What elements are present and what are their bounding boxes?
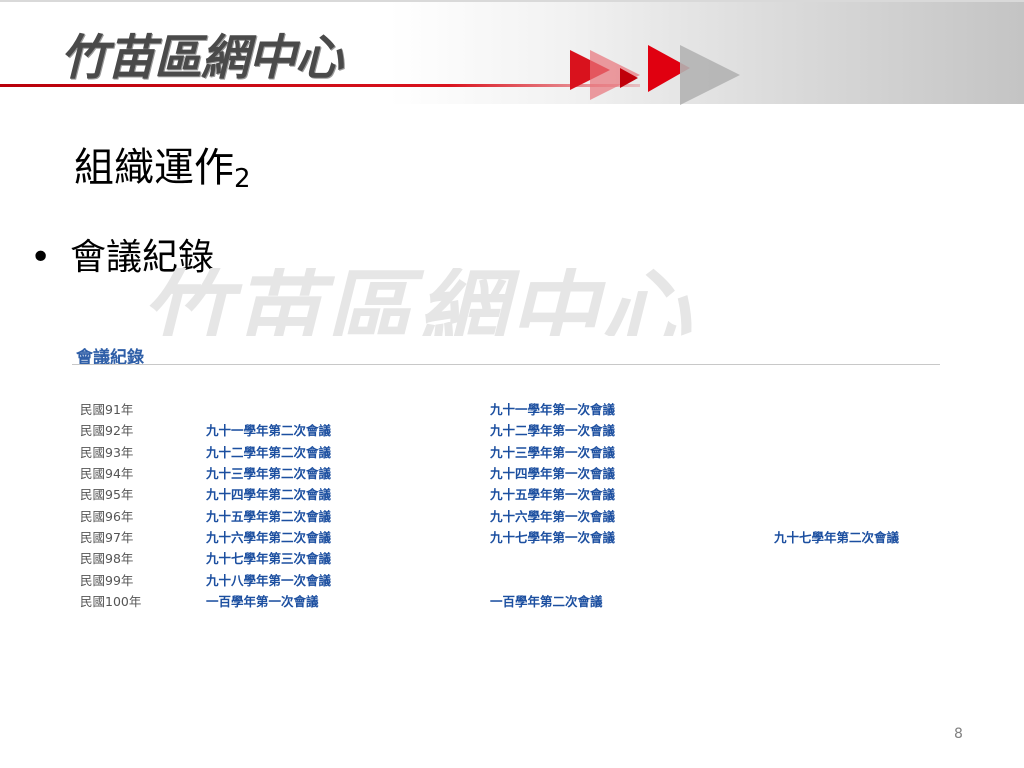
page-number: 8: [954, 726, 963, 742]
year-cell: 民國92年: [80, 423, 134, 439]
meeting-link[interactable]: 九十三學年第一次會議: [490, 445, 615, 460]
meeting-link[interactable]: 九十四學年第二次會議: [206, 487, 331, 502]
meeting-cell: 九十一學年第一次會議: [490, 398, 774, 419]
meeting-cell: 九十四學年第一次會議: [490, 462, 774, 483]
meeting-cell: [490, 568, 774, 589]
year-cell: 民國96年: [80, 508, 134, 524]
year-cell: 民國98年: [80, 551, 134, 567]
web-divider: [72, 364, 940, 365]
meeting-link[interactable]: 九十七學年第一次會議: [490, 530, 615, 545]
meeting-link[interactable]: 一百學年第二次會議: [490, 594, 603, 609]
meeting-cell: [774, 590, 940, 611]
year-cell: 民國100年: [80, 593, 142, 609]
table-row: 民國99年 九十八學年第一次會議: [80, 568, 940, 589]
meeting-cell: 九十七學年第二次會議: [774, 526, 940, 547]
meeting-link[interactable]: 九十一學年第一次會議: [490, 402, 615, 417]
meeting-records-body: 民國91年 九十一學年第一次會議民國92年 九十一學年第二次會議 九十二學年第一次會議…: [80, 398, 940, 611]
meeting-cell: [774, 441, 940, 462]
meeting-link[interactable]: 九十四學年第一次會議: [490, 466, 615, 481]
logo: 竹苗區網中心: [60, 30, 343, 86]
meeting-cell: 一百學年第二次會議: [490, 590, 774, 611]
meeting-link[interactable]: 九十五學年第二次會議: [206, 509, 331, 524]
meeting-cell: 九十六學年第二次會議: [206, 526, 490, 547]
year-cell: 民國99年: [80, 572, 134, 588]
meeting-cell: [774, 462, 940, 483]
meeting-cell: 一百學年第一次會議: [206, 590, 490, 611]
table-row: 民國94年 九十三學年第二次會議 九十四學年第一次會議: [80, 462, 940, 483]
watermark-logo: 竹苗區網中心: [140, 268, 692, 336]
meeting-cell: [774, 419, 940, 440]
meeting-link[interactable]: 九十一學年第二次會議: [206, 423, 331, 438]
meeting-link[interactable]: 九十六學年第二次會議: [206, 530, 331, 545]
meeting-cell: 九十七學年第一次會議: [490, 526, 774, 547]
meeting-cell: 九十一學年第二次會議: [206, 419, 490, 440]
meeting-link[interactable]: 一百學年第一次會議: [206, 594, 319, 609]
slide-title-subscript: 2: [234, 164, 251, 194]
meeting-link[interactable]: 九十二學年第二次會議: [206, 445, 331, 460]
meeting-cell: 九十七學年第三次會議: [206, 547, 490, 568]
header-top-border: [0, 0, 1024, 2]
meeting-link[interactable]: 九十七學年第二次會議: [774, 530, 899, 545]
table-row: 民國96年 九十五學年第二次會議 九十六學年第一次會議: [80, 504, 940, 525]
table-row: 民國93年 九十二學年第二次會議 九十三學年第一次會議: [80, 441, 940, 462]
meeting-cell: 九十六學年第一次會議: [490, 504, 774, 525]
slide-title: 組織運作2: [74, 135, 251, 194]
table-row: 民國92年 九十一學年第二次會議 九十二學年第一次會議: [80, 419, 940, 440]
meeting-records-table: 民國91年 九十一學年第一次會議民國92年 九十一學年第二次會議 九十二學年第一次會議…: [80, 398, 940, 611]
meeting-cell: [774, 504, 940, 525]
meeting-cell: [206, 398, 490, 419]
meeting-link[interactable]: 九十三學年第二次會議: [206, 466, 331, 481]
meeting-link[interactable]: 九十五學年第一次會議: [490, 487, 615, 502]
year-cell: 民國93年: [80, 444, 134, 460]
meeting-cell: 九十五學年第一次會議: [490, 483, 774, 504]
table-row: 民國100年 一百學年第一次會議 一百學年第二次會議: [80, 590, 940, 611]
year-cell: 民國94年: [80, 466, 134, 482]
meeting-link[interactable]: 九十七學年第三次會議: [206, 551, 331, 566]
meeting-link[interactable]: 九十二學年第一次會議: [490, 423, 615, 438]
header-red-line: [0, 84, 640, 87]
table-row: 民國91年 九十一學年第一次會議: [80, 398, 940, 419]
meeting-cell: [774, 547, 940, 568]
slide-title-text: 組織運作: [74, 145, 234, 191]
meeting-cell: 九十五學年第二次會議: [206, 504, 490, 525]
meeting-cell: 九十四學年第二次會議: [206, 483, 490, 504]
meeting-cell: 九十二學年第二次會議: [206, 441, 490, 462]
meeting-cell: [774, 483, 940, 504]
meeting-link[interactable]: 九十六學年第一次會議: [490, 509, 615, 524]
meeting-cell: [490, 547, 774, 568]
meeting-cell: [774, 568, 940, 589]
year-cell: 民國95年: [80, 487, 134, 503]
meeting-cell: 九十二學年第一次會議: [490, 419, 774, 440]
meeting-cell: 九十三學年第一次會議: [490, 441, 774, 462]
slide-header-band: 竹苗區網中心: [0, 0, 1024, 105]
meeting-link[interactable]: 九十八學年第一次會議: [206, 573, 331, 588]
table-row: 民國95年 九十四學年第二次會議 九十五學年第一次會議: [80, 483, 940, 504]
play-arrows-icon: [570, 45, 740, 105]
meeting-cell: [774, 398, 940, 419]
year-cell: 民國97年: [80, 529, 134, 545]
meeting-cell: 九十八學年第一次會議: [206, 568, 490, 589]
meeting-cell: 九十三學年第二次會議: [206, 462, 490, 483]
table-row: 民國97年 九十六學年第二次會議 九十七學年第一次會議 九十七學年第二次會議: [80, 526, 940, 547]
table-row: 民國98年 九十七學年第三次會議: [80, 547, 940, 568]
year-cell: 民國91年: [80, 402, 134, 418]
bullet-icon: •: [30, 237, 52, 278]
